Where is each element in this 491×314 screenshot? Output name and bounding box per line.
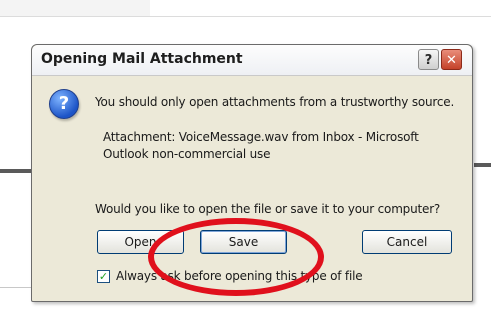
warning-message: You should only open attachments from a … — [95, 95, 455, 109]
attachment-info-line2: Outlook non-commercial use — [103, 147, 271, 161]
attachment-info-line1: Attachment: VoiceMessage.wav from Inbox … — [103, 130, 419, 144]
question-icon: ? — [49, 89, 79, 119]
dialog-title: Opening Mail Attachment — [41, 51, 243, 67]
save-button[interactable]: Save — [200, 230, 287, 254]
help-button[interactable]: ? — [418, 49, 439, 70]
background-line-left — [0, 169, 34, 173]
cancel-button[interactable]: Cancel — [362, 230, 452, 254]
background-top-strip — [0, 0, 491, 17]
close-button[interactable]: ✕ — [441, 49, 462, 70]
open-or-save-question: Would you like to open the file or save … — [95, 202, 441, 216]
always-ask-checkbox[interactable]: ✓ — [97, 270, 110, 283]
opening-mail-attachment-dialog: Opening Mail Attachment ? ✕ ? You should… — [31, 44, 473, 302]
background-hairline — [0, 287, 34, 288]
background-line-right — [474, 163, 491, 167]
open-button[interactable]: Open — [97, 230, 184, 254]
always-ask-checkbox-label[interactable]: Always ask before opening this type of f… — [116, 269, 363, 283]
title-bar[interactable]: Opening Mail Attachment ? ✕ — [32, 45, 472, 76]
